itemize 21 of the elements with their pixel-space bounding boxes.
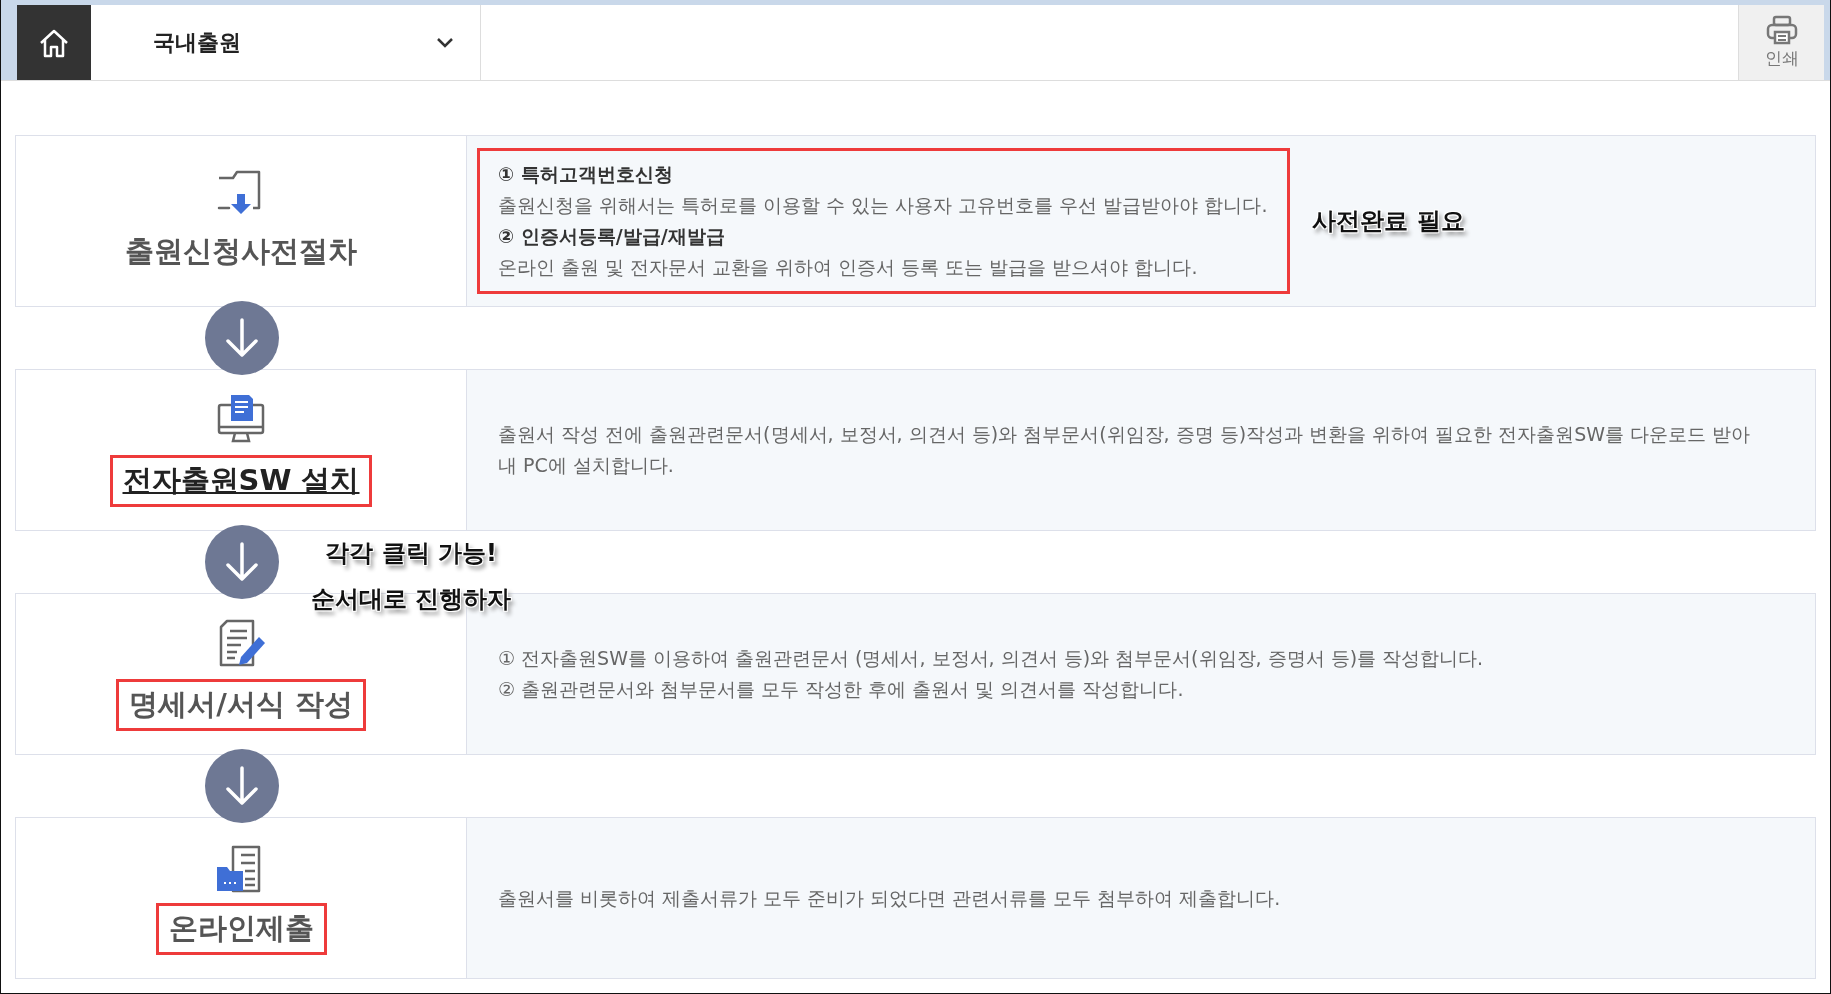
monitor-document-icon: [215, 393, 267, 445]
step-title[interactable]: 명세서/서식 작성: [116, 679, 366, 731]
annotation-text: 사전완료 필요: [1312, 206, 1465, 237]
step-title[interactable]: 온라인제출: [155, 903, 327, 955]
step-description: ② 출원관련문서와 첨부문서를 모두 작성한 후에 출원서 및 의견서를 작성합니다.: [498, 677, 1185, 702]
step-title-link[interactable]: 전자출원SW 설치: [109, 455, 373, 507]
section-dropdown[interactable]: 국내출원: [91, 5, 481, 80]
step-description: 출원신청을 위해서는 특허로를 이용할 수 있는 사용자 고유번호를 우선 발급받아야 합니다.: [498, 193, 1268, 218]
step-description: 온라인 출원 및 전자문서 교환을 위하여 인증서 등록 또는 발급을 받으셔야 합니다.: [498, 255, 1199, 280]
print-button[interactable]: 인쇄: [1738, 5, 1824, 80]
printer-icon: [1765, 15, 1798, 45]
step-description: 출원서 작성 전에 출원관련문서(명세서, 보정서, 의견서 등)와 첨부문서(위임장, 증명 등)작성과 변환을 위하여 필요한 전자출원SW를 다운로드 받아 내 PC에 설치합니다.: [498, 422, 1752, 478]
annotation-text: 순서대로 진행하자: [311, 584, 512, 615]
step-description: 출원서를 비롯하여 제출서류가 모두 준비가 되었다면 관련서류를 모두 첨부하여 제출합니다.: [498, 885, 1281, 911]
step-title[interactable]: 출원신청사전절차: [112, 226, 370, 278]
annotation-text: 각각 클릭 가능!: [325, 538, 497, 569]
chevron-down-icon: [436, 36, 454, 49]
step-heading: ① 특허고객번호신청: [498, 162, 674, 187]
home-button[interactable]: [17, 5, 91, 80]
step-heading: ② 인증서등록/발급/재발급: [498, 224, 726, 249]
step-description: ① 전자출원SW를 이용하여 출원관련문서 (명세서, 보정서, 의견서 등)와 첨부문서(위임장, 증명서 등)를 작성합니다.: [498, 646, 1484, 671]
